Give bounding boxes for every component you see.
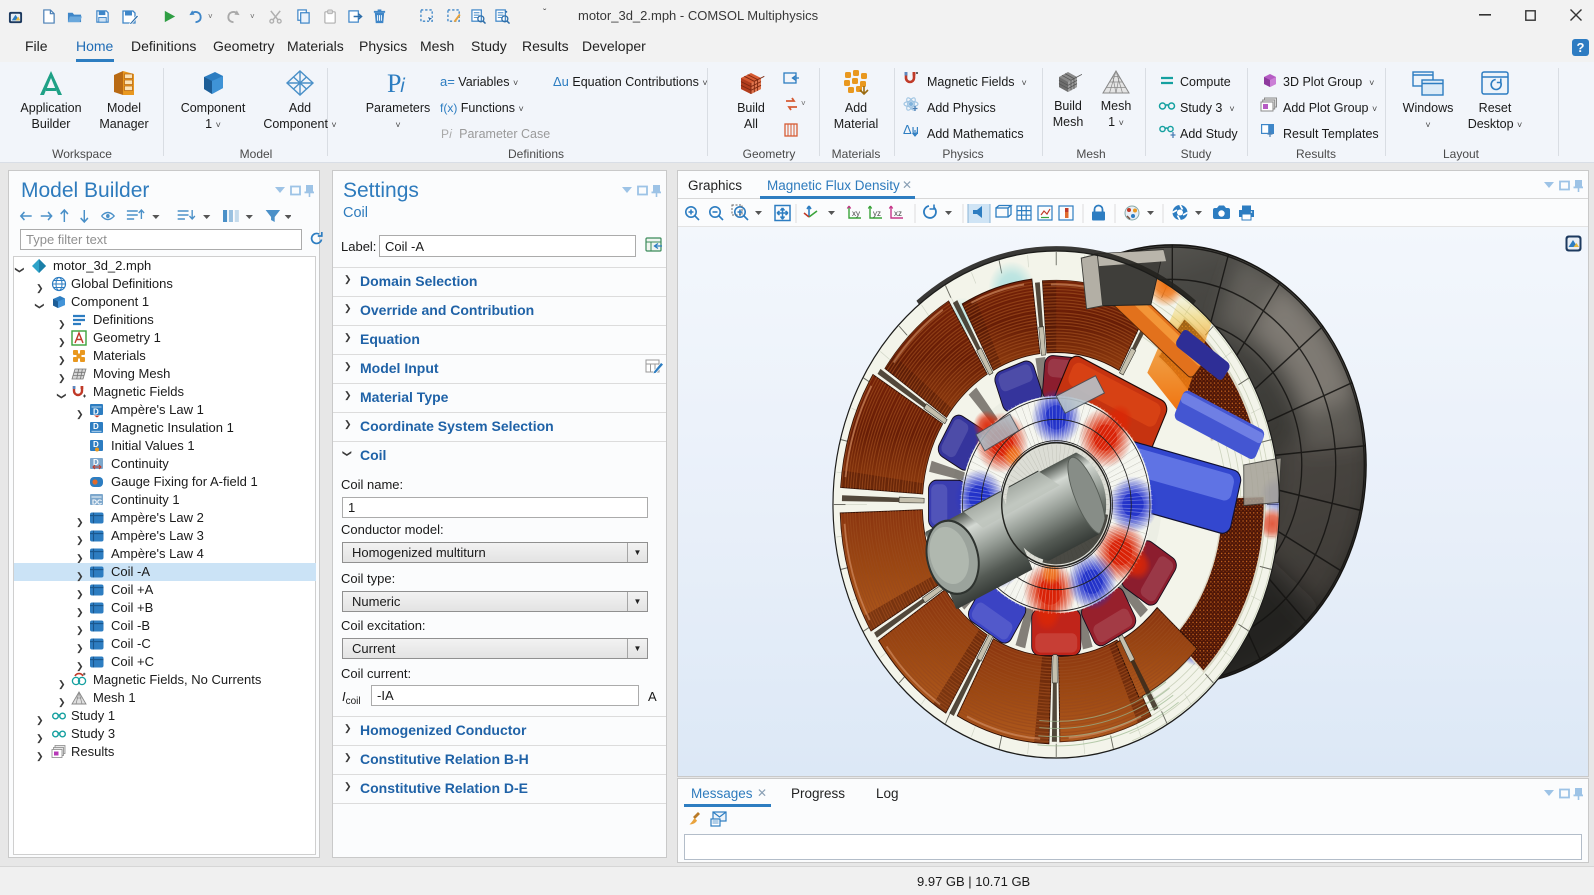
svg-text:xy: xy: [852, 209, 860, 218]
svg-text:𝑖: 𝑖: [400, 75, 406, 97]
svg-text:xz: xz: [894, 209, 902, 218]
svg-text:yz: yz: [873, 209, 881, 218]
